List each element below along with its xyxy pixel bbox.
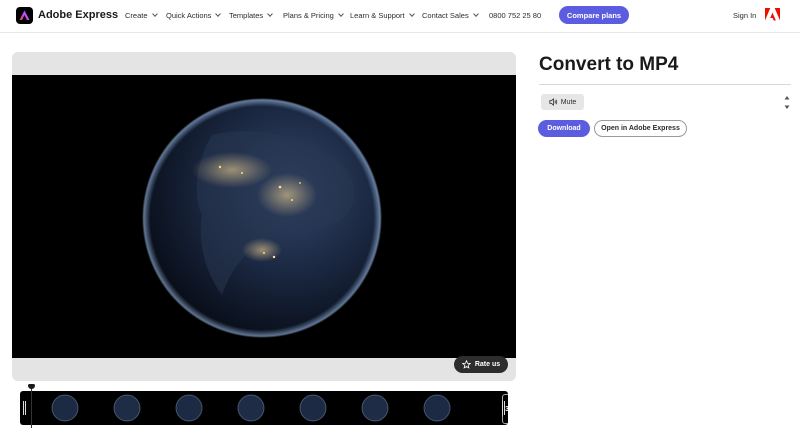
trim-start-handle[interactable] [23,395,26,421]
video-preview[interactable] [12,75,516,358]
nav-templates[interactable]: Templates [229,11,274,20]
earth-video-frame [12,75,516,358]
timeline-thumbnail [299,394,327,422]
phone-number-link[interactable]: 0800 752 25 80 [489,11,541,20]
nav-plans-pricing-label: Plans & Pricing [283,11,334,20]
open-in-adobe-express-button[interactable]: Open in Adobe Express [594,120,687,137]
playhead-handle[interactable] [28,384,35,389]
chevron-down-icon [338,11,344,17]
chevron-down-icon [215,11,222,17]
nav-quick-actions[interactable]: Quick Actions [166,11,222,20]
download-button[interactable]: Download [538,120,590,137]
nav-templates-label: Templates [229,11,264,20]
timeline-thumbnail [237,394,265,422]
rate-us-button[interactable]: Rate us [454,356,508,373]
timeline-thumbnail [361,394,389,422]
nav-create-label: Create [125,11,148,20]
sign-in-link[interactable]: Sign In [733,11,756,20]
video-timeline[interactable]: 30s [20,391,508,425]
timeline-thumbnail [113,394,141,422]
nav-learn-support-label: Learn & Support [350,11,405,20]
timeline-thumbnail [175,394,203,422]
timeline-thumbnail [423,394,451,422]
nav-plans-pricing[interactable]: Plans & Pricing [283,11,344,20]
speaker-icon [549,98,557,106]
nav-learn-support[interactable]: Learn & Support [350,11,415,20]
brand-name[interactable]: Adobe Express [38,9,118,21]
nav-contact-sales-label: Contact Sales [422,11,469,20]
adobe-logo-icon[interactable] [765,8,780,22]
rate-us-label: Rate us [474,361,501,368]
page-title: Convert to MP4 [539,54,679,75]
nav-create[interactable]: Create [125,11,158,20]
nav-contact-sales[interactable]: Contact Sales [422,11,479,20]
chevron-down-icon [151,11,158,17]
timeline-thumbnail [51,394,79,422]
mute-button[interactable]: Mute [541,94,584,110]
adobe-express-logo-icon[interactable] [16,7,33,24]
chevron-down-icon [267,11,274,17]
nav-quick-actions-label: Quick Actions [166,11,212,20]
chevron-down-icon [472,11,479,17]
playhead-line[interactable] [31,386,32,428]
divider [539,84,791,85]
chevron-down-icon [408,11,415,17]
up-down-arrows-icon[interactable] [783,95,791,110]
mute-label: Mute [560,98,577,106]
compare-plans-button[interactable]: Compare plans [559,6,629,24]
star-icon [461,360,471,369]
top-navigation-bar: Adobe Express Create Quick Actions Templ… [0,0,800,33]
trim-end-handle[interactable] [502,395,505,421]
